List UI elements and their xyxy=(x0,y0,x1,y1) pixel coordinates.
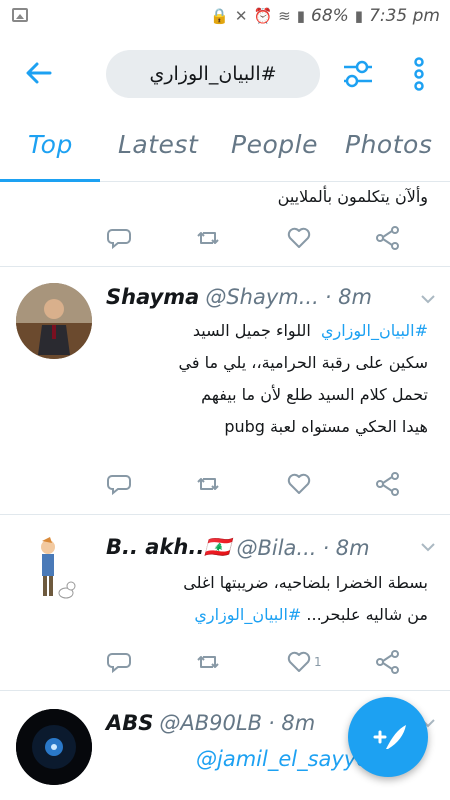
tweet-card[interactable]: B.. akh..🇱🇧 @Bila... · 8m بسطة الخضرا بل… xyxy=(0,515,450,691)
like-icon[interactable] xyxy=(286,471,312,497)
status-right: 🔒 ✕ ⏰ ≋ ▮ 68% ▮ 7:35 pm xyxy=(210,6,440,26)
tweet-header: Shayma @Shaym... · 8m xyxy=(106,285,372,309)
like-icon[interactable] xyxy=(286,225,312,251)
reply-icon[interactable] xyxy=(106,471,132,497)
tweet-line: هيدا الحكي مستواه لعبة pubg xyxy=(224,417,428,436)
chevron-down-icon[interactable] xyxy=(420,293,436,305)
share-icon[interactable] xyxy=(375,471,401,497)
tweet-line: بسطة الخضرا بلضاحيه، ضريبتها اغلى xyxy=(183,573,428,592)
share-icon[interactable] xyxy=(375,649,401,675)
tweet-time: · 8m xyxy=(322,535,370,560)
avatar[interactable] xyxy=(16,709,92,785)
author-handle[interactable]: @Shaym... xyxy=(205,285,318,309)
gallery-notification-icon xyxy=(12,8,28,22)
like-count: 1 xyxy=(314,655,322,669)
like-icon[interactable] xyxy=(286,649,312,675)
tweet-actions xyxy=(0,225,450,255)
chevron-down-icon[interactable] xyxy=(420,541,436,553)
compose-icon xyxy=(373,725,406,749)
search-header: #البيان_الوزاري xyxy=(0,36,450,112)
reply-icon[interactable] xyxy=(106,225,132,251)
tweet-line: سكين على رقبة الحرامية،، يلي ما في xyxy=(178,353,428,372)
search-input[interactable]: #البيان_الوزاري xyxy=(106,50,320,98)
tab-top[interactable]: Top xyxy=(28,130,73,159)
avatar[interactable] xyxy=(16,283,92,359)
tweet-line: من شاليه علبحر... #البيان_الوزاري xyxy=(98,599,428,631)
author-name[interactable]: ABS xyxy=(106,711,153,735)
tweet-time: · 8m xyxy=(324,285,372,309)
more-vertical-icon[interactable] xyxy=(404,54,434,94)
retweet-icon[interactable] xyxy=(195,649,221,675)
avatar-photo xyxy=(16,283,92,359)
tweet-text: #البيان_الوزاري اللواء جميل السيد سكين ع… xyxy=(98,315,428,443)
tweet-text: بسطة الخضرا بلضاحيه، ضريبتها اغلى من شال… xyxy=(98,567,428,631)
tab-people[interactable]: People xyxy=(231,130,318,159)
status-bar: 🔒 ✕ ⏰ ≋ ▮ 68% ▮ 7:35 pm xyxy=(0,0,450,36)
back-arrow-icon[interactable] xyxy=(22,56,56,90)
search-tabs: Top Latest People Photos xyxy=(0,112,450,182)
tweet-card[interactable]: Shayma @Shaym... · 8m #البيان_الوزاري ال… xyxy=(0,267,450,515)
hashtag-link[interactable]: #البيان_الوزاري xyxy=(194,605,301,624)
lock-icon: 🔒 xyxy=(210,7,229,25)
tweet-actions xyxy=(0,471,450,501)
tab-latest[interactable]: Latest xyxy=(118,130,198,159)
tab-photos[interactable]: Photos xyxy=(345,130,432,159)
tweet-line-text: من شاليه علبحر... xyxy=(306,605,428,624)
tweet-line: #البيان_الوزاري اللواء جميل السيد xyxy=(98,315,428,347)
signal-icon: ▮ xyxy=(296,7,305,25)
avatar-dark-orb xyxy=(16,709,92,785)
tweet-line: تحمل كلام السيد طلع لأن ما بيفهم xyxy=(201,385,428,404)
tweet-text: وألآن يتكلمون بألملايين xyxy=(277,187,428,206)
filter-sliders-icon[interactable] xyxy=(340,56,376,92)
wifi-icon: ≋ xyxy=(278,7,291,25)
author-handle[interactable]: @AB90LB xyxy=(159,711,262,735)
hashtag-link[interactable]: #البيان_الوزاري xyxy=(321,321,428,340)
tweet-header: B.. akh..🇱🇧 @Bila... · 8m xyxy=(106,535,370,560)
reply-icon[interactable] xyxy=(106,649,132,675)
retweet-icon[interactable] xyxy=(195,471,221,497)
author-name[interactable]: Shayma xyxy=(106,285,199,309)
author-handle[interactable]: @Bila... xyxy=(236,536,316,560)
alarm-icon: ⏰ xyxy=(253,7,273,25)
compose-tweet-button[interactable] xyxy=(348,697,428,777)
avatar[interactable] xyxy=(16,529,92,605)
tweet-header: ABS @AB90LB · 8m xyxy=(106,711,315,735)
mute-icon: ✕ xyxy=(234,7,248,25)
tweet-time: · 8m xyxy=(268,711,316,735)
clock: 7:35 pm xyxy=(369,6,440,26)
tweet-card[interactable]: وألآن يتكلمون بألملايين xyxy=(0,183,450,267)
active-tab-indicator xyxy=(0,179,100,182)
author-name[interactable]: B.. akh..🇱🇧 xyxy=(106,535,230,560)
battery-icon: ▮ xyxy=(354,7,364,25)
share-icon[interactable] xyxy=(375,225,401,251)
avatar-cartoon xyxy=(41,537,76,599)
battery-level: 68% xyxy=(311,6,349,26)
tweet-actions: 1 xyxy=(0,649,450,679)
tweet-line-text: اللواء جميل السيد xyxy=(192,321,311,340)
retweet-icon[interactable] xyxy=(195,225,221,251)
